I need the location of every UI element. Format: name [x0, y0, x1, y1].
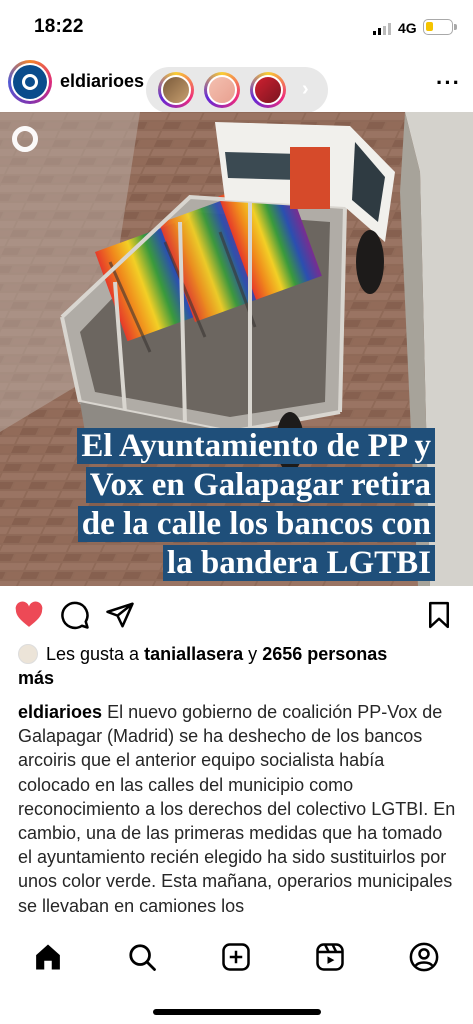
headline-line: Vox en Galapagar retira: [85, 467, 435, 503]
post-actions: [0, 592, 473, 636]
search-icon[interactable]: [127, 942, 157, 972]
post-image[interactable]: El Ayuntamiento de PP y Vox en Galapagar…: [0, 112, 473, 586]
new-post-icon[interactable]: [221, 942, 251, 972]
chevron-right-icon[interactable]: ›: [302, 78, 309, 101]
liker-username[interactable]: taniallasera: [144, 644, 243, 664]
battery-icon: [423, 19, 457, 35]
status-bar: 18:22 4G: [0, 0, 473, 56]
caption-text: El nuevo gobierno de coalición PP-Vox de…: [18, 702, 456, 916]
likes-count[interactable]: 2656 personas: [262, 644, 387, 664]
status-time: 18:22: [34, 16, 84, 37]
comment-icon[interactable]: [60, 600, 90, 630]
liker-avatar: [18, 644, 38, 664]
likes-summary[interactable]: Les gusta a taniallasera y 2656 personas…: [18, 642, 458, 690]
post-username[interactable]: eldiarioes: [60, 71, 144, 92]
home-indicator[interactable]: [153, 1009, 321, 1015]
home-icon[interactable]: [33, 942, 63, 972]
reels-icon[interactable]: [315, 942, 345, 972]
stories-tray[interactable]: ›: [146, 67, 328, 113]
post-caption[interactable]: eldiarioes El nuevo gobierno de coalició…: [18, 700, 458, 932]
bookmark-icon[interactable]: [424, 600, 454, 630]
likes-prefix: Les gusta a: [46, 644, 140, 664]
eldiario-watermark-icon: [12, 126, 38, 152]
profile-icon[interactable]: [409, 942, 439, 972]
bottom-nav: [0, 928, 473, 1024]
caption-username[interactable]: eldiarioes: [18, 702, 102, 722]
post-header: eldiarioes › ···: [0, 56, 473, 113]
headline-line: de la calle los bancos con: [77, 506, 435, 542]
account-avatar[interactable]: [8, 60, 52, 104]
eldiario-logo-icon: [13, 65, 47, 99]
story-avatar[interactable]: [204, 72, 240, 108]
more-icon[interactable]: ···: [436, 70, 461, 96]
story-avatar[interactable]: [158, 72, 194, 108]
cellular-signal-icon: [373, 23, 391, 35]
likes-suffix[interactable]: más: [18, 668, 54, 688]
share-icon[interactable]: [105, 600, 135, 630]
image-headline: El Ayuntamiento de PP y Vox en Galapagar…: [35, 427, 435, 583]
headline-line: El Ayuntamiento de PP y: [77, 428, 435, 464]
likes-conjunction: y: [248, 644, 258, 664]
story-avatar[interactable]: [250, 72, 286, 108]
headline-line: la bandera LGTBI: [162, 545, 435, 581]
heart-icon[interactable]: [14, 600, 44, 630]
network-type: 4G: [398, 20, 417, 36]
